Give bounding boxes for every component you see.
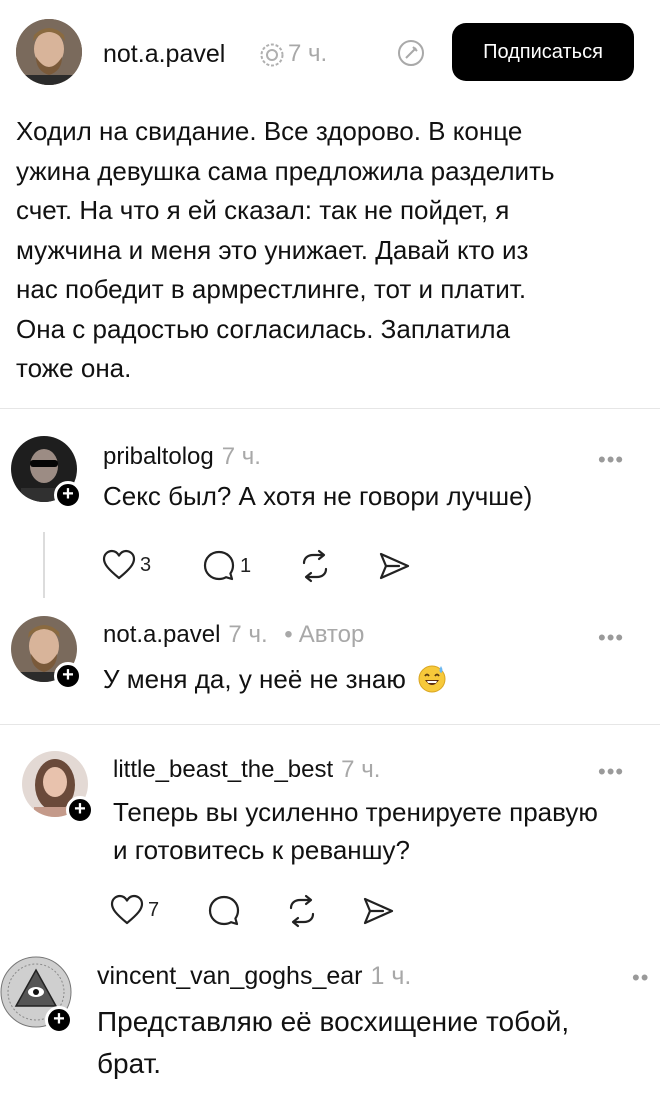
- comment-username[interactable]: vincent_van_goghs_ear: [97, 962, 362, 990]
- comment-text: Теперь вы усиленно тренируете правую и г…: [113, 793, 598, 869]
- more-icon[interactable]: ••: [632, 965, 649, 991]
- post-avatar[interactable]: [16, 19, 82, 85]
- post-body-line: тоже она.: [16, 353, 132, 383]
- separator-dot: •: [284, 621, 293, 648]
- repost-button[interactable]: [285, 894, 319, 928]
- edit-icon[interactable]: [395, 37, 427, 74]
- post-body: Ходил на свидание. Все здорово. В конце …: [16, 112, 555, 389]
- comment-text-line: брат.: [97, 1048, 162, 1079]
- post-username[interactable]: not.a.pavel: [103, 40, 225, 69]
- heart-icon: [102, 549, 136, 580]
- share-icon: [379, 552, 410, 580]
- comment-time: 7 ч.: [221, 443, 261, 470]
- comment-text-line: У меня да, у неё не знаю: [103, 664, 406, 694]
- post-body-line: ужина девушка сама предложила разделить: [16, 155, 555, 186]
- comment-icon: [208, 895, 240, 926]
- post-body-line: счет. На что я ей сказал: так не пойдет,…: [16, 195, 510, 225]
- reply-count: 1: [240, 554, 252, 577]
- reply-button[interactable]: [207, 894, 241, 928]
- post-body-line: нас победит в армрестлинге, тот и платит…: [16, 274, 527, 304]
- comment-text-line: и готовитесь к реваншу?: [113, 835, 410, 865]
- repost-button[interactable]: [298, 549, 332, 583]
- follow-button[interactable]: Подписаться: [452, 23, 634, 81]
- like-button[interactable]: 7: [110, 894, 159, 926]
- follow-plus-icon[interactable]: +: [45, 1006, 73, 1034]
- like-count: 7: [148, 898, 160, 921]
- more-icon[interactable]: •••: [598, 625, 624, 651]
- follow-plus-icon[interactable]: +: [66, 796, 94, 824]
- comment-text: Секс был? А хотя не говори лучше): [103, 477, 532, 515]
- post-time: 7 ч.: [288, 40, 328, 67]
- comment-header: vincent_van_goghs_ear 1 ч.: [97, 962, 411, 991]
- comment-header: little_beast_the_best 7 ч.: [113, 756, 380, 784]
- comment-text-line: Секс был? А хотя не говори лучше): [103, 481, 533, 511]
- post-body-line: мужчина и меня это унижает. Давай кто из: [16, 234, 529, 265]
- share-icon: [363, 897, 394, 925]
- comment-username[interactable]: little_beast_the_best: [113, 756, 333, 783]
- comment-time: 7 ч.: [341, 756, 381, 783]
- comment-header: pribaltolog 7 ч.: [103, 443, 261, 471]
- comment-text-line: Представляю её восхищение тобой,: [97, 1006, 570, 1037]
- like-count: 3: [140, 553, 152, 576]
- follow-plus-icon[interactable]: +: [54, 662, 82, 690]
- comment-username[interactable]: pribaltolog: [103, 443, 214, 470]
- comment-header: not.a.pavel 7 ч. • Автор: [103, 621, 364, 649]
- verified-icon: [259, 42, 285, 73]
- comment-text: У меня да, у неё не знаю: [103, 660, 447, 698]
- more-icon[interactable]: •••: [598, 759, 624, 785]
- post-body-line: Она с радостью согласилась. Заплатила: [16, 313, 511, 344]
- follow-plus-icon[interactable]: +: [54, 481, 82, 509]
- reply-button[interactable]: 1: [202, 549, 251, 583]
- like-button[interactable]: 3: [102, 549, 151, 581]
- divider: [0, 724, 660, 725]
- post-body-line: Ходил на свидание. Все здорово. В конце: [16, 116, 523, 146]
- emoji-sweat-smile: [417, 663, 447, 693]
- share-button[interactable]: [377, 549, 411, 583]
- repost-icon: [289, 894, 315, 928]
- share-button[interactable]: [361, 894, 395, 928]
- repost-icon: [302, 549, 328, 583]
- heart-icon: [110, 894, 144, 925]
- comment-username[interactable]: not.a.pavel: [103, 621, 220, 648]
- divider: [0, 408, 660, 409]
- comment-time: 1 ч.: [370, 962, 412, 990]
- comment-icon: [203, 550, 235, 581]
- more-icon[interactable]: •••: [598, 447, 624, 473]
- author-badge: Автор: [298, 621, 365, 648]
- comment-time: 7 ч.: [228, 621, 268, 648]
- comment-text: Представляю её восхищение тобой, брат.: [97, 1001, 569, 1085]
- comment-text-line: Теперь вы усиленно тренируете правую: [113, 797, 598, 827]
- thread-line: [43, 532, 45, 598]
